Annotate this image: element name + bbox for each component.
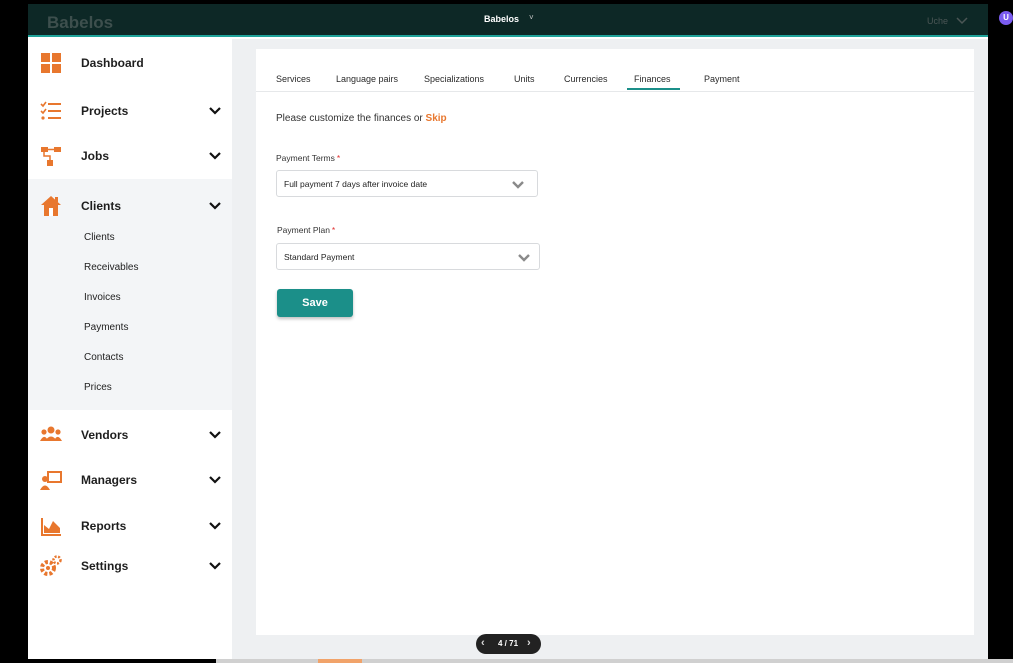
sidebar-item-label: Clients	[81, 199, 122, 213]
sidebar-item-settings[interactable]: Settings	[28, 551, 232, 581]
chevron-down-icon[interactable]	[208, 200, 222, 212]
workspace-switcher-label[interactable]: Babelos	[484, 14, 519, 24]
next-page-button[interactable]: ›	[527, 637, 531, 649]
workspace-switcher-caret[interactable]: ˅	[529, 13, 534, 22]
chevron-down-icon[interactable]	[208, 474, 222, 486]
payment-plan-label: Payment Plan *	[277, 225, 335, 235]
sidebar-subitem-receivables[interactable]: Receivables	[84, 262, 138, 273]
sidebar-item-clients[interactable]: Clients	[28, 191, 232, 221]
page-indicator: 4 / 71	[498, 639, 519, 648]
skip-link[interactable]: Skip	[426, 113, 447, 124]
sidebar-item-jobs[interactable]: Jobs	[28, 141, 232, 171]
payment-terms-label-text: Payment Terms	[276, 153, 335, 163]
sidebar-subitem-payments[interactable]: Payments	[84, 322, 128, 333]
tab-payment[interactable]: Payment	[704, 74, 740, 84]
sidebar-item-label: Jobs	[81, 149, 110, 163]
chevron-down-icon[interactable]	[956, 17, 968, 25]
payment-terms-select[interactable]: Full payment 7 days after invoice date	[276, 170, 538, 197]
chevron-down-icon[interactable]	[208, 150, 222, 162]
sidebar-item-label: Vendors	[81, 428, 129, 442]
sidebar-item-label: Reports	[81, 519, 127, 533]
active-tab-indicator	[627, 88, 680, 90]
payment-terms-value: Full payment 7 days after invoice date	[284, 179, 428, 189]
area-chart-icon	[41, 518, 61, 536]
chevron-down-icon[interactable]	[208, 560, 222, 572]
tab-finances[interactable]: Finances	[634, 74, 671, 84]
save-button[interactable]: Save	[277, 289, 353, 317]
top-bar: Babelos Babelos ˅ Uche	[28, 4, 988, 37]
intro-text: Please customize the finances or	[276, 113, 423, 124]
chevron-down-icon[interactable]	[208, 429, 222, 441]
gears-icon	[40, 555, 62, 576]
tab-units[interactable]: Units	[514, 74, 535, 84]
checklist-icon	[40, 101, 61, 120]
sidebar-item-label: Projects	[81, 104, 129, 118]
previous-page-button[interactable]: ‹	[481, 637, 485, 649]
required-mark: *	[336, 153, 341, 163]
tab-bar: Services Language pairs Specializations …	[256, 49, 974, 92]
people-group-icon	[40, 426, 62, 441]
brand-logo-text: Babelos	[47, 13, 114, 32]
tab-currencies[interactable]: Currencies	[564, 74, 608, 84]
avatar[interactable]: U	[999, 11, 1013, 25]
tab-services[interactable]: Services	[276, 74, 311, 84]
sidebar: Dashboard Projects Jobs Clients Clients …	[28, 39, 232, 659]
sidebar-subitem-invoices[interactable]: Invoices	[84, 292, 121, 303]
presenter-board-icon	[40, 471, 62, 490]
sidebar-item-managers[interactable]: Managers	[28, 465, 232, 495]
settings-card: Services Language pairs Specializations …	[256, 49, 974, 635]
sidebar-item-reports[interactable]: Reports	[28, 511, 232, 541]
payment-plan-label-text: Payment Plan	[277, 225, 330, 235]
payment-plan-select[interactable]: Standard Payment	[276, 243, 540, 270]
chevron-down-icon	[518, 254, 530, 262]
sidebar-item-label: Managers	[81, 473, 138, 487]
intro-text-line: Please customize the finances or Skip	[276, 113, 447, 124]
tab-specializations[interactable]: Specializations	[424, 74, 484, 84]
app-window: Babelos Babelos ˅ Uche Dashboard Project…	[28, 4, 988, 659]
dashboard-grid-icon	[41, 53, 61, 73]
workflow-icon	[41, 147, 61, 166]
sidebar-subitem-prices[interactable]: Prices	[84, 382, 112, 393]
scrollbar-thumb[interactable]	[318, 659, 362, 663]
chevron-down-icon	[512, 181, 524, 189]
user-menu-name[interactable]: Uche	[927, 16, 948, 26]
chevron-down-icon[interactable]	[208, 520, 222, 532]
house-icon	[41, 196, 61, 216]
page-navigator: ‹ 4 / 71 ›	[476, 634, 541, 654]
sidebar-item-vendors[interactable]: Vendors	[28, 420, 232, 450]
chevron-down-icon[interactable]	[208, 105, 222, 117]
tab-language-pairs[interactable]: Language pairs	[336, 74, 398, 84]
payment-plan-value: Standard Payment	[284, 252, 355, 262]
sidebar-item-label: Settings	[81, 559, 129, 573]
sidebar-item-projects[interactable]: Projects	[28, 96, 232, 126]
sidebar-subitem-contacts[interactable]: Contacts	[84, 352, 123, 363]
sidebar-subitem-clients[interactable]: Clients	[84, 232, 115, 243]
payment-terms-label: Payment Terms *	[276, 153, 340, 163]
required-mark: *	[331, 225, 336, 235]
sidebar-item-label: Dashboard	[81, 56, 144, 70]
sidebar-item-dashboard[interactable]: Dashboard	[28, 48, 232, 78]
